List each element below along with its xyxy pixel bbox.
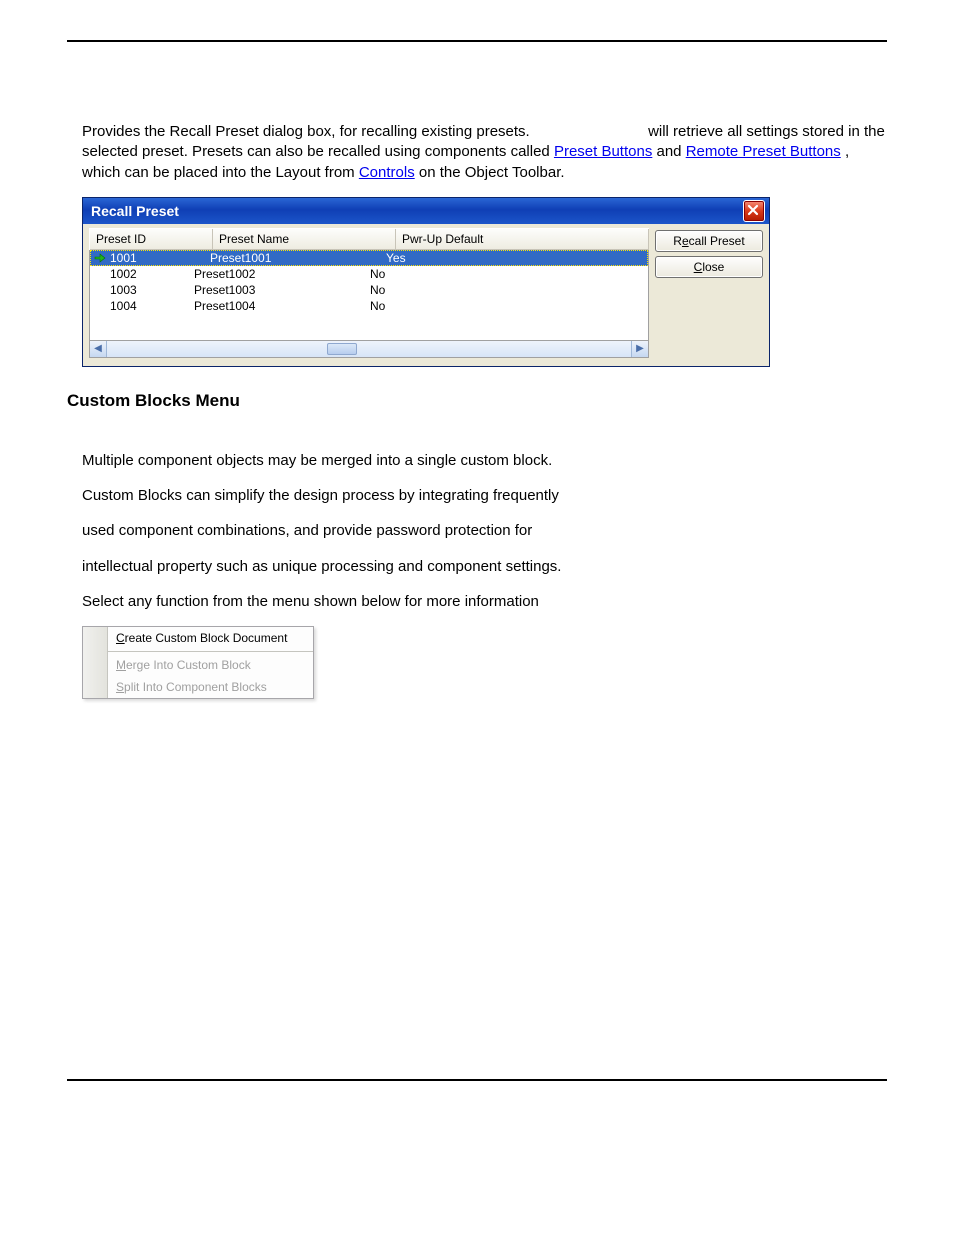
close-button[interactable]: Close bbox=[655, 256, 763, 278]
dialog-title: Recall Preset bbox=[91, 203, 179, 219]
close-icon[interactable] bbox=[743, 200, 765, 222]
menu-gutter bbox=[83, 627, 108, 698]
chevron-left-icon[interactable]: ◀ bbox=[90, 341, 107, 357]
cell-pwrup-default: Yes bbox=[380, 251, 647, 265]
table-row[interactable]: 1001 Preset1001 Yes bbox=[90, 250, 648, 266]
dialog-titlebar: Recall Preset bbox=[83, 198, 769, 224]
table-row[interactable]: 1003 Preset1003 No bbox=[90, 282, 648, 298]
paragraph: intellectual property such as unique pro… bbox=[82, 557, 887, 577]
paragraph: used component combinations, and provide… bbox=[82, 521, 887, 541]
menu-separator bbox=[108, 651, 313, 652]
cell-preset-id: 1002 bbox=[94, 267, 188, 281]
button-label: Recall Preset bbox=[673, 234, 744, 248]
intro-paragraph: Provides the Recall Preset dialog box, f… bbox=[82, 122, 887, 183]
cell-pwrup-default: No bbox=[364, 267, 648, 281]
cell-pwrup-default: No bbox=[364, 283, 648, 297]
cell-preset-name: Preset1001 bbox=[204, 251, 380, 265]
cell-pwrup-default: No bbox=[364, 299, 648, 313]
cell-preset-name: Preset1003 bbox=[188, 283, 364, 297]
col-header-preset-id[interactable]: Preset ID bbox=[90, 229, 213, 250]
table-row[interactable]: 1004 Preset1004 No bbox=[90, 298, 648, 314]
intro-text: Provides the Recall Preset dialog box, f… bbox=[82, 123, 534, 140]
cell-preset-name: Preset1004 bbox=[188, 299, 364, 313]
link-remote-preset-buttons[interactable]: Remote Preset Buttons bbox=[686, 143, 841, 160]
cell-preset-id: 1004 bbox=[94, 299, 188, 313]
paragraph: Select any function from the menu shown … bbox=[82, 592, 887, 612]
scroll-track[interactable] bbox=[107, 341, 631, 357]
menu-item-split-into-component-blocks[interactable]: Split Into Component Blocks bbox=[108, 676, 313, 698]
preset-list-panel: Preset ID Preset Name Pwr-Up Default 100… bbox=[89, 228, 649, 358]
list-header-row: Preset ID Preset Name Pwr-Up Default bbox=[89, 228, 649, 250]
arrow-right-icon bbox=[94, 252, 108, 264]
recall-preset-button[interactable]: Recall Preset bbox=[655, 230, 763, 252]
bottom-horizontal-rule bbox=[67, 1079, 887, 1081]
button-label: Close bbox=[694, 260, 725, 274]
section-heading-custom-blocks: Custom Blocks Menu bbox=[67, 391, 887, 411]
cell-preset-id: 1001 bbox=[110, 251, 204, 265]
menu-item-merge-into-custom-block[interactable]: Merge Into Custom Block bbox=[108, 654, 313, 676]
table-row[interactable]: 1002 Preset1002 No bbox=[90, 266, 648, 282]
chevron-right-icon[interactable]: ▶ bbox=[631, 341, 648, 357]
custom-blocks-context-menu: Create Custom Block Document Merge Into … bbox=[82, 626, 314, 699]
col-header-pwrup-default[interactable]: Pwr-Up Default bbox=[396, 229, 649, 250]
preset-list[interactable]: 1001 Preset1001 Yes 1002 Preset1002 No 1… bbox=[89, 250, 649, 340]
paragraph: Multiple component objects may be merged… bbox=[82, 451, 887, 471]
cell-preset-id: 1003 bbox=[94, 283, 188, 297]
link-controls[interactable]: Controls bbox=[359, 164, 415, 181]
link-preset-buttons[interactable]: Preset Buttons bbox=[554, 143, 652, 160]
paragraph: Custom Blocks can simplify the design pr… bbox=[82, 486, 887, 506]
scroll-thumb[interactable] bbox=[327, 343, 357, 355]
recall-preset-dialog: Recall Preset Preset ID Preset Name Pwr-… bbox=[82, 197, 770, 367]
menu-item-create-custom-block-document[interactable]: Create Custom Block Document bbox=[108, 627, 313, 649]
top-horizontal-rule bbox=[67, 40, 887, 42]
col-header-preset-name[interactable]: Preset Name bbox=[213, 229, 396, 250]
intro-end: on the Object Toolbar. bbox=[419, 164, 565, 181]
horizontal-scrollbar[interactable]: ◀ ▶ bbox=[89, 340, 649, 358]
cell-preset-name: Preset1002 bbox=[188, 267, 364, 281]
intro-mid1: and bbox=[657, 143, 686, 160]
